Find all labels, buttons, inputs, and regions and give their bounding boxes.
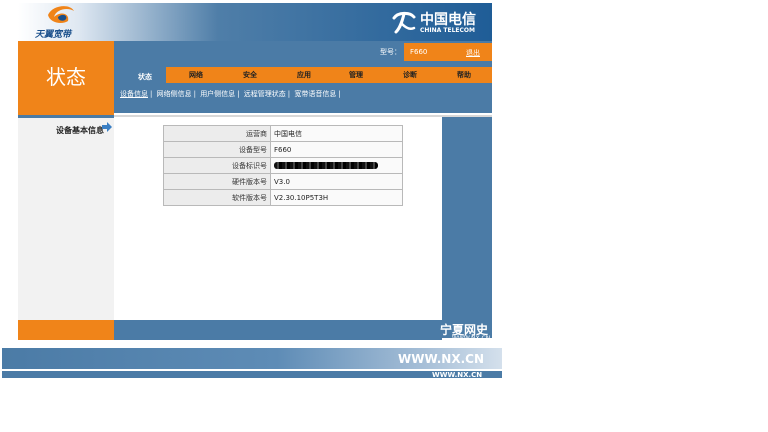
footer-url-small: WWW.NX.CN [432, 371, 483, 379]
tab-diagnostics[interactable]: 诊断 [386, 67, 434, 83]
subtab-separator: | [237, 90, 240, 98]
row-label: 硬件版本号 [163, 173, 271, 190]
watermark-url: WWW.NX.CN [452, 335, 491, 342]
row-label: 运营商 [163, 125, 271, 142]
row-label: 设备标识号 [163, 157, 271, 174]
carrier-name-cn: 中国电信 [420, 12, 476, 28]
row-value: 中国电信 [270, 125, 403, 142]
content-footer-bar [114, 320, 442, 340]
subtab-user-info[interactable]: 用户侧信息 [200, 90, 235, 98]
brand-swirl-icon [48, 6, 74, 24]
brand-name: 天翼宽带 [35, 30, 72, 40]
tab-status[interactable]: 状态 [124, 67, 166, 87]
page-header: 天翼宽带 中国电信 CHINA TELECOM [18, 3, 492, 41]
row-value: F660 [270, 141, 403, 158]
arrow-right-icon [102, 122, 112, 132]
row-value: V2.30.10P5T3H [270, 189, 403, 206]
section-title: 状态 [46, 65, 86, 89]
tab-help[interactable]: 帮助 [440, 67, 488, 83]
tab-security[interactable]: 安全 [226, 67, 274, 83]
subtab-separator: | [193, 90, 196, 98]
subtab-separator: | [338, 90, 341, 98]
subtab-device-info[interactable]: 设备信息 [120, 90, 148, 98]
footer-strip: WWW.NX.CN [2, 371, 502, 379]
brand-logo: 天翼宽带 [18, 3, 113, 41]
table-row: 硬件版本号 V3.0 [163, 173, 403, 190]
model-label: 型号： [380, 48, 401, 56]
subtab-remote-management[interactable]: 远程管理状态 [244, 90, 286, 98]
table-row: 设备型号 F660 [163, 141, 403, 158]
section-title-panel: 状态 [18, 41, 114, 115]
main-menu: 状态 网络 安全 应用 管理 诊断 帮助 [114, 63, 492, 87]
model-box: F660 退出 [404, 43, 492, 61]
footer-banner: WWW.NX.CN [2, 348, 502, 369]
sub-menu: 设备信息 | 网络侧信息 | 用户侧信息 | 远程管理状态 | 宽带语音信息 | [114, 87, 492, 113]
tab-application[interactable]: 应用 [280, 67, 328, 83]
left-footer-bar [18, 320, 114, 340]
china-telecom-icon [392, 11, 416, 34]
sub-menu-items: 设备信息 | 网络侧信息 | 用户侧信息 | 远程管理状态 | 宽带语音信息 | [120, 89, 343, 99]
top-bar: 型号： F660 退出 [114, 41, 492, 63]
tab-management[interactable]: 管理 [332, 67, 380, 83]
subtab-network-info[interactable]: 网络侧信息 [157, 90, 192, 98]
left-sidebar: 设备基本信息 [18, 118, 114, 320]
redaction-scribble [274, 162, 378, 169]
row-value: V3.0 [270, 173, 403, 190]
device-info-table: 运营商 中国电信 设备型号 F660 设备标识号 硬件版本号 V3.0 软件版本… [163, 125, 403, 206]
row-label: 设备型号 [163, 141, 271, 158]
tab-network[interactable]: 网络 [172, 67, 220, 83]
subtab-voice-info[interactable]: 宽带语音信息 [294, 90, 336, 98]
content-area: 运营商 中国电信 设备型号 F660 设备标识号 硬件版本号 V3.0 软件版本… [114, 117, 442, 320]
row-value-redacted [270, 157, 403, 174]
row-label: 软件版本号 [163, 189, 271, 206]
subtab-separator: | [287, 90, 291, 98]
sidebar-item-device-basic-info[interactable]: 设备基本信息 [18, 125, 104, 136]
subtab-separator: | [150, 90, 153, 98]
carrier-name-en: CHINA TELECOM [420, 27, 475, 34]
table-row: 设备标识号 [163, 157, 403, 174]
right-strip [442, 117, 492, 338]
table-row: 软件版本号 V2.30.10P5T3H [163, 189, 403, 206]
table-row: 运营商 中国电信 [163, 125, 403, 142]
footer-url: WWW.NX.CN [398, 352, 484, 366]
model-value: F660 [410, 48, 428, 56]
logout-link[interactable]: 退出 [466, 48, 480, 58]
